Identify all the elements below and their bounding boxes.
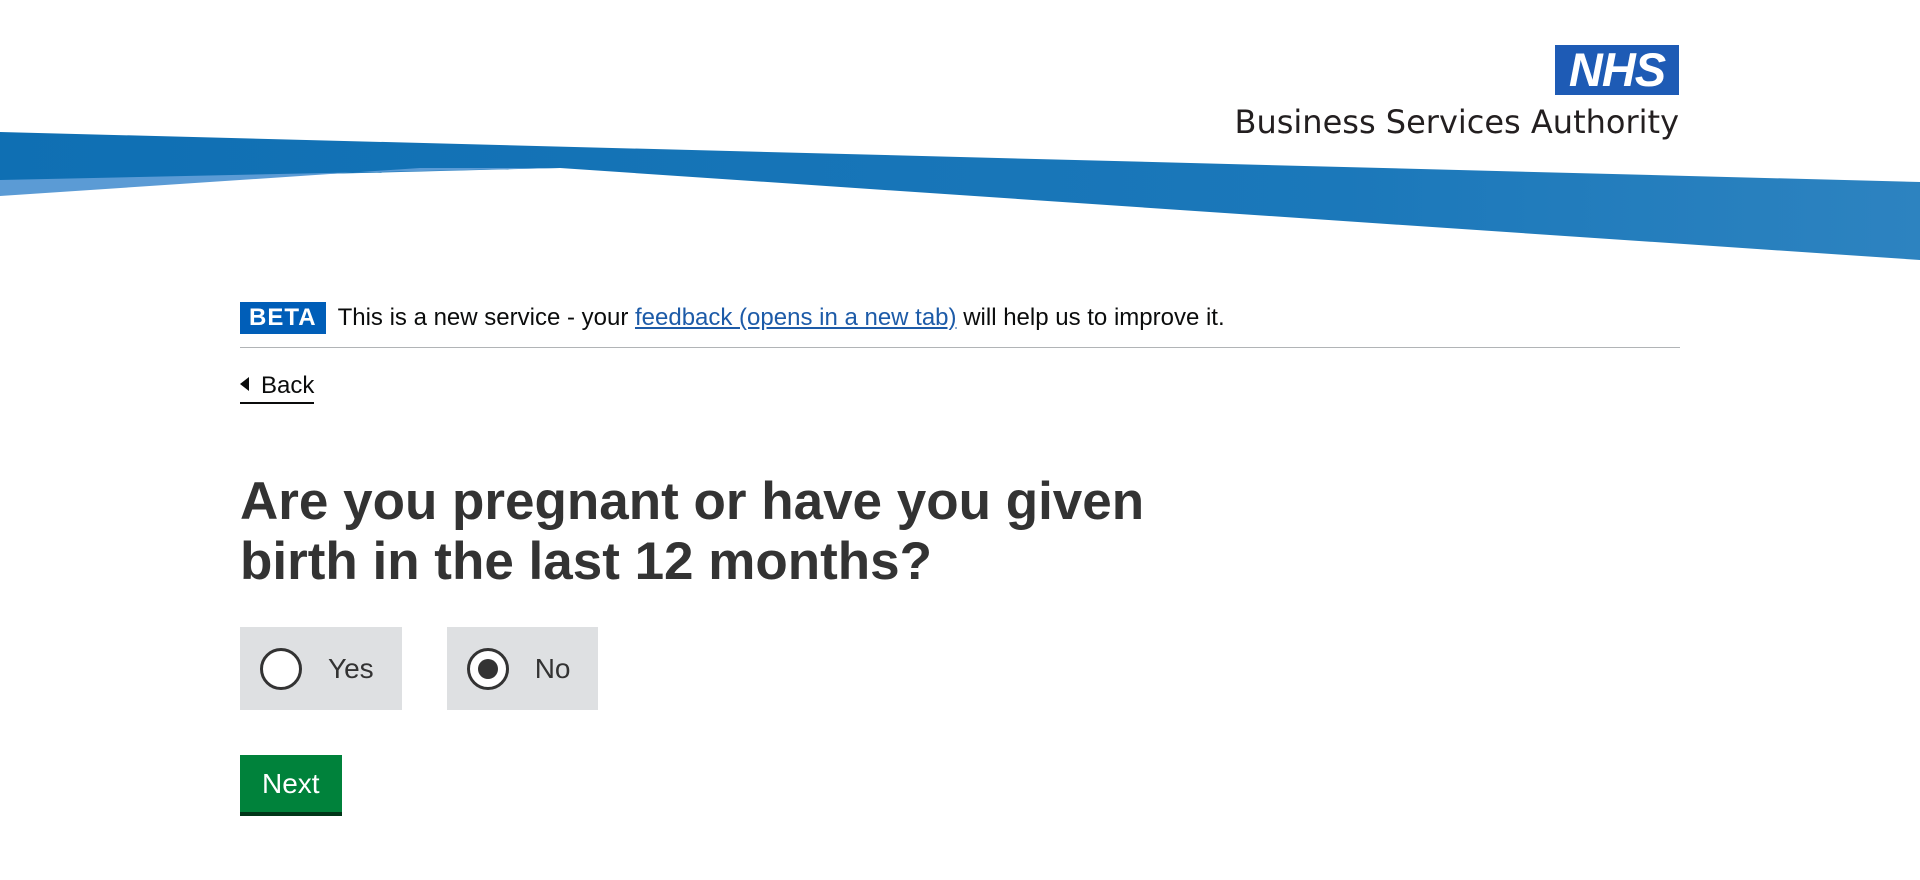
phase-text-before: This is a new service - your — [337, 303, 635, 331]
organisation-name: Business Services Authority — [1234, 103, 1680, 141]
back-link-label: Back — [261, 372, 315, 399]
radio-option-yes[interactable]: Yes — [240, 627, 402, 710]
radio-group: Yes No — [240, 627, 1680, 710]
phase-banner-text: This is a new service - your feedback (o… — [338, 302, 1225, 334]
nhs-logo-mark: NHS — [1555, 45, 1679, 95]
feedback-link[interactable]: feedback (opens in a new tab) — [635, 304, 957, 331]
back-link[interactable]: Back — [240, 372, 315, 404]
next-button[interactable]: Next — [240, 755, 342, 816]
triangle-left-icon — [240, 377, 249, 391]
radio-button-yes[interactable] — [260, 647, 302, 690]
phase-text-after: will help us to improve it. — [956, 303, 1225, 331]
site-header: NHS Business Services Authority — [0, 0, 1920, 270]
radio-label-no: No — [534, 652, 571, 684]
phase-banner: BETA This is a new service - your feedba… — [240, 300, 1680, 348]
main-content: BETA This is a new service - your feedba… — [240, 300, 1680, 816]
radio-button-no[interactable] — [466, 647, 509, 690]
radio-option-no[interactable]: No — [446, 627, 599, 710]
radio-label-yes: Yes — [328, 652, 374, 684]
phase-tag: BETA — [240, 301, 326, 334]
nhsbsa-logo[interactable]: NHS Business Services Authority — [1079, 45, 1679, 145]
page-title: Are you pregnant or have you given birth… — [240, 472, 1145, 591]
